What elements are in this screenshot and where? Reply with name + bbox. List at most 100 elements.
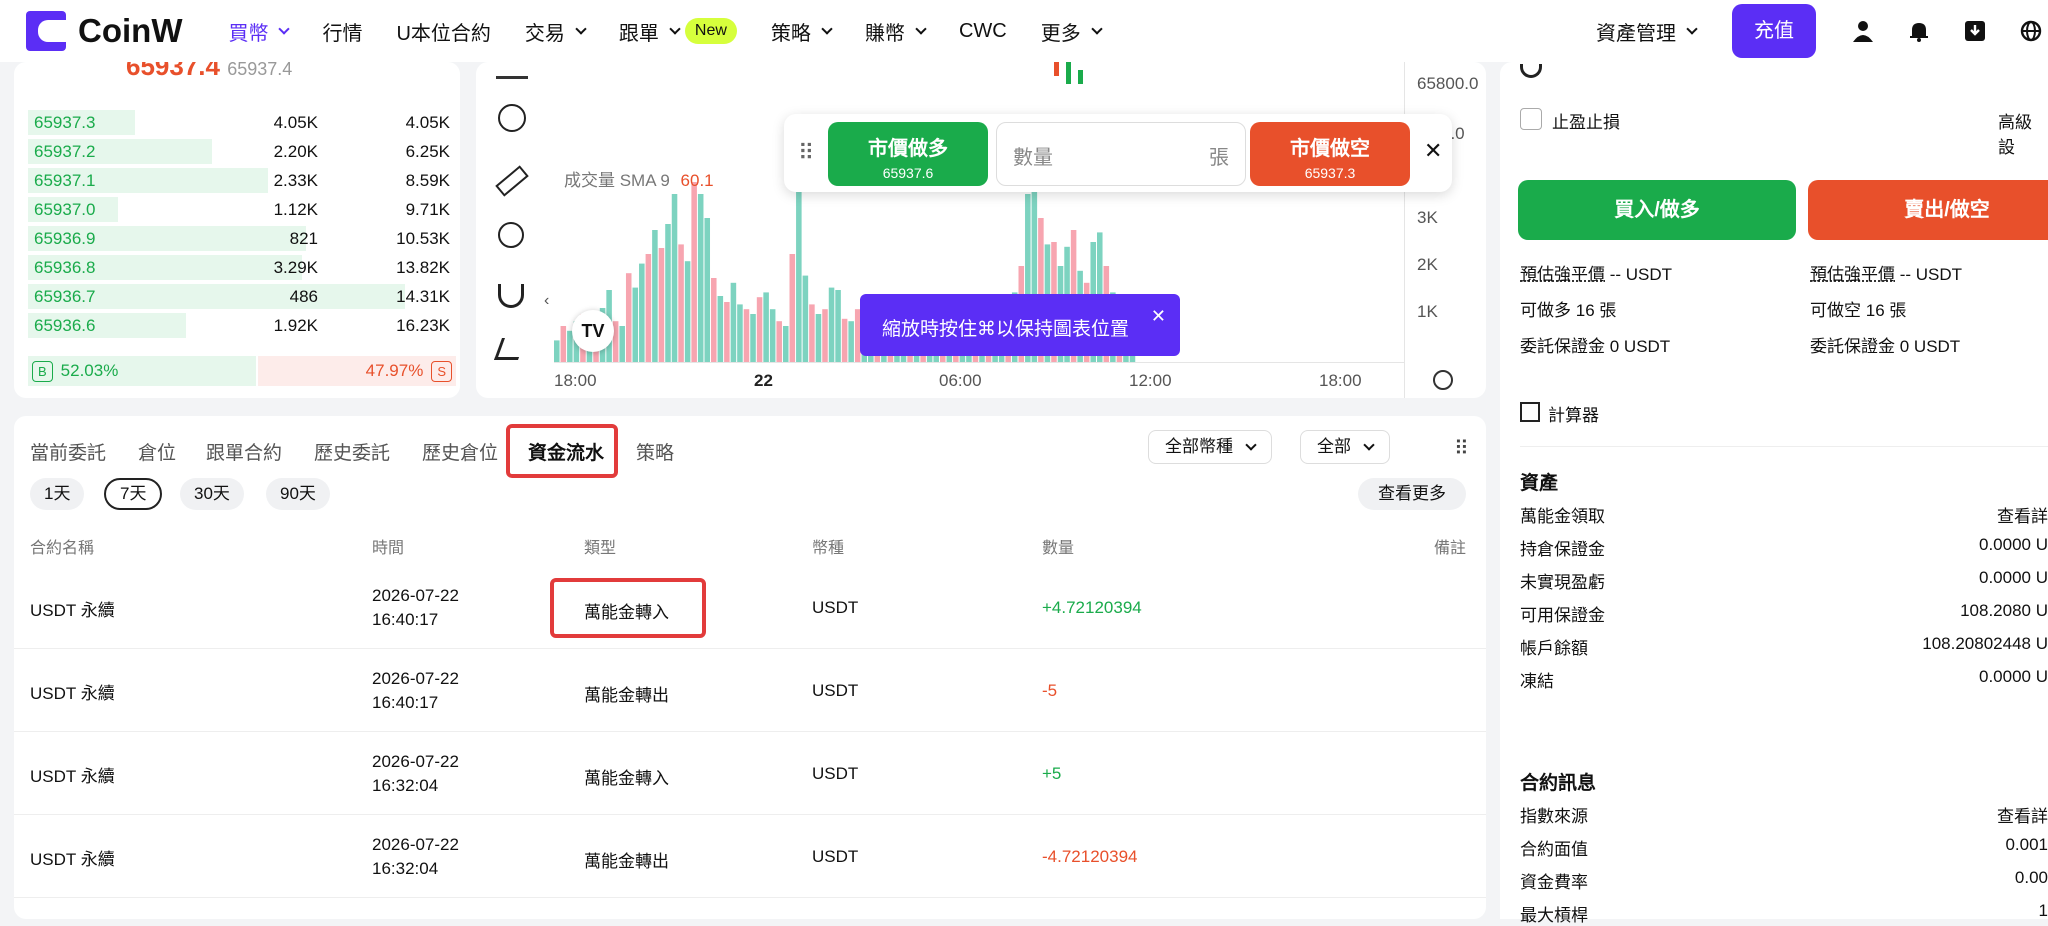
table-row[interactable]: USDT 永續 2026-07-22 16:32:04 萬能金轉入 USDT +5 bbox=[14, 732, 1486, 815]
last-price: 65937.4 65937.4 bbox=[126, 62, 293, 81]
range-0[interactable]: 1天 bbox=[30, 478, 85, 510]
volume-bar bbox=[782, 326, 789, 362]
nav-item-3[interactable]: 交易 bbox=[525, 17, 587, 46]
settings-icon[interactable] bbox=[1433, 370, 1453, 390]
buy-long-button[interactable]: 買入/做多 bbox=[1518, 180, 1796, 240]
deposit-button[interactable]: 充值 bbox=[1732, 4, 1816, 58]
coin-cell: USDT bbox=[812, 847, 859, 866]
date-cell: 2026-07-22 bbox=[372, 835, 459, 854]
bid-price: 65937.3 bbox=[34, 112, 96, 132]
info-key: 預估強平價 bbox=[1810, 265, 1895, 284]
tab-0[interactable]: 當前委託 bbox=[30, 438, 106, 465]
bell-icon[interactable] bbox=[1908, 20, 1930, 42]
coinw-logo[interactable]: CoinW bbox=[26, 11, 182, 51]
volume-bar bbox=[717, 296, 724, 362]
asset-management-menu[interactable]: 資產管理 bbox=[1596, 17, 1698, 46]
info-value[interactable]: 查看詳 bbox=[1997, 502, 2048, 527]
contract-info-title: 合約訊息 bbox=[1520, 773, 1597, 794]
date-cell: 2026-07-22 bbox=[372, 752, 459, 771]
user-icon[interactable] bbox=[1852, 20, 1874, 42]
zoom-in-icon[interactable] bbox=[498, 222, 524, 248]
slider-knob-icon[interactable] bbox=[1520, 64, 1542, 78]
bid-price: 65936.6 bbox=[34, 315, 96, 335]
volume-bar bbox=[769, 309, 776, 362]
type-filter[interactable]: 全部 bbox=[1300, 430, 1390, 464]
quantity-input[interactable]: 數量張 bbox=[996, 122, 1246, 186]
orderbook-row[interactable]: 65936.6 1.92K 16.23K bbox=[28, 311, 456, 340]
tab-4[interactable]: 歷史倉位 bbox=[422, 438, 498, 465]
bid-price: 65937.1 bbox=[34, 170, 96, 190]
orderbook-row[interactable]: 65936.7 486 14.31K bbox=[28, 282, 456, 311]
y-tick: 3K bbox=[1417, 208, 1438, 227]
volume-bar bbox=[756, 297, 763, 362]
volume-bar bbox=[796, 170, 802, 362]
nav-item-label: 更多 bbox=[1040, 22, 1081, 45]
volume-bar bbox=[763, 292, 769, 362]
close-icon[interactable]: ✕ bbox=[1151, 306, 1166, 327]
orderbook-row[interactable]: 65937.2 2.20K 6.25K bbox=[28, 137, 456, 166]
download-icon[interactable] bbox=[1964, 20, 1986, 42]
orderbook-row[interactable]: 65936.9 821 10.53K bbox=[28, 224, 456, 253]
orderbook-row[interactable]: 65937.0 1.12K 9.71K bbox=[28, 195, 456, 224]
type-cell: 萬能金轉入 bbox=[584, 769, 669, 788]
nav-item-2[interactable]: U本位合約 bbox=[396, 17, 490, 46]
table-row[interactable]: USDT 永續 2026-07-22 16:32:04 萬能金轉出 USDT -4.721… bbox=[14, 815, 1486, 898]
volume-bar bbox=[665, 224, 671, 362]
pencil-lock-icon[interactable] bbox=[493, 338, 527, 360]
nav-item-5[interactable]: 策略 bbox=[771, 17, 833, 46]
volume-bar bbox=[632, 287, 639, 362]
drag-handle-icon[interactable]: ⠿ bbox=[798, 140, 814, 166]
orderbook-row[interactable]: 65937.1 2.33K 8.59K bbox=[28, 166, 456, 195]
close-icon[interactable]: ✕ bbox=[1424, 138, 1442, 164]
collapse-toolbar-icon[interactable]: ‹ bbox=[544, 292, 549, 310]
currency-filter[interactable]: 全部幣種 bbox=[1148, 430, 1272, 464]
tab-1[interactable]: 倉位 bbox=[138, 438, 176, 465]
view-more-button[interactable]: 查看更多 bbox=[1358, 478, 1466, 510]
col-time: 時間 bbox=[372, 540, 405, 557]
nav-item-0[interactable]: 買幣 bbox=[228, 17, 291, 46]
range-3[interactable]: 90天 bbox=[266, 478, 330, 510]
tab-3[interactable]: 歷史委託 bbox=[314, 438, 390, 465]
time-cell: 16:32:04 bbox=[372, 776, 439, 795]
volume-bar bbox=[691, 182, 697, 362]
globe-icon[interactable] bbox=[2020, 20, 2042, 42]
orderbook-row[interactable]: 65936.8 3.29K 13.82K bbox=[28, 253, 456, 282]
table-row[interactable]: USDT 永續 2026-07-22 16:40:17 萬能金轉入 USDT +4.721… bbox=[14, 566, 1486, 649]
date-cell: 2026-07-22 bbox=[372, 669, 459, 688]
orderbook-row[interactable]: 65937.3 4.05K 4.05K bbox=[28, 108, 456, 137]
nav-item-4[interactable]: 跟單 New bbox=[619, 17, 737, 46]
nav-item-8[interactable]: 更多 bbox=[1040, 17, 1103, 46]
range-2[interactable]: 30天 bbox=[180, 478, 244, 510]
y-tick: 65800.0 bbox=[1417, 74, 1479, 93]
market-long-button[interactable]: 市價做多 65937.6 bbox=[828, 122, 988, 186]
tpsl-label: 止盈止損 bbox=[1552, 113, 1620, 132]
advanced-settings[interactable]: 高級設 bbox=[1998, 108, 2048, 158]
nav-item-label: 跟單 bbox=[618, 22, 659, 45]
line-tool-icon[interactable] bbox=[496, 76, 528, 79]
sell-short-button[interactable]: 賣出/做空 bbox=[1808, 180, 2048, 240]
info-value: 16 張 bbox=[1575, 301, 1617, 320]
tpsl-checkbox[interactable] bbox=[1520, 108, 1542, 130]
magnet-icon[interactable] bbox=[498, 284, 524, 308]
market-short-button[interactable]: 市價做空 65937.3 bbox=[1250, 122, 1410, 186]
buy-ratio: 52.03% bbox=[60, 361, 119, 380]
table-row[interactable]: USDT 永續 2026-07-22 16:40:17 萬能金轉出 USDT -5 bbox=[14, 649, 1486, 732]
chevron-down-icon bbox=[278, 22, 291, 35]
info-row: 委託保證金 0 USDT bbox=[1810, 332, 1960, 357]
bid-price: 65937.2 bbox=[34, 141, 96, 161]
range-1[interactable]: 7天 bbox=[104, 478, 163, 510]
bid-price: 65937.0 bbox=[34, 199, 96, 219]
tab-2[interactable]: 跟單合約 bbox=[206, 438, 282, 465]
volume-bar bbox=[678, 244, 684, 362]
nav-item-7[interactable]: CWC bbox=[959, 20, 1007, 43]
nav-item-6[interactable]: 賺幣 bbox=[865, 17, 927, 46]
nav-item-1[interactable]: 行情 bbox=[322, 17, 362, 46]
info-value[interactable]: 查看詳 bbox=[1997, 802, 2048, 827]
calculator-link[interactable]: 計算器 bbox=[1548, 401, 1599, 426]
tab-6[interactable]: 策略 bbox=[636, 438, 674, 465]
time-cell: 16:32:04 bbox=[372, 859, 439, 878]
ruler-tool-icon[interactable] bbox=[495, 165, 529, 197]
emoji-tool-icon[interactable] bbox=[498, 104, 526, 132]
grid-menu-icon[interactable]: ⠿ bbox=[1454, 436, 1469, 461]
date-cell: 2026-07-22 bbox=[372, 586, 459, 605]
